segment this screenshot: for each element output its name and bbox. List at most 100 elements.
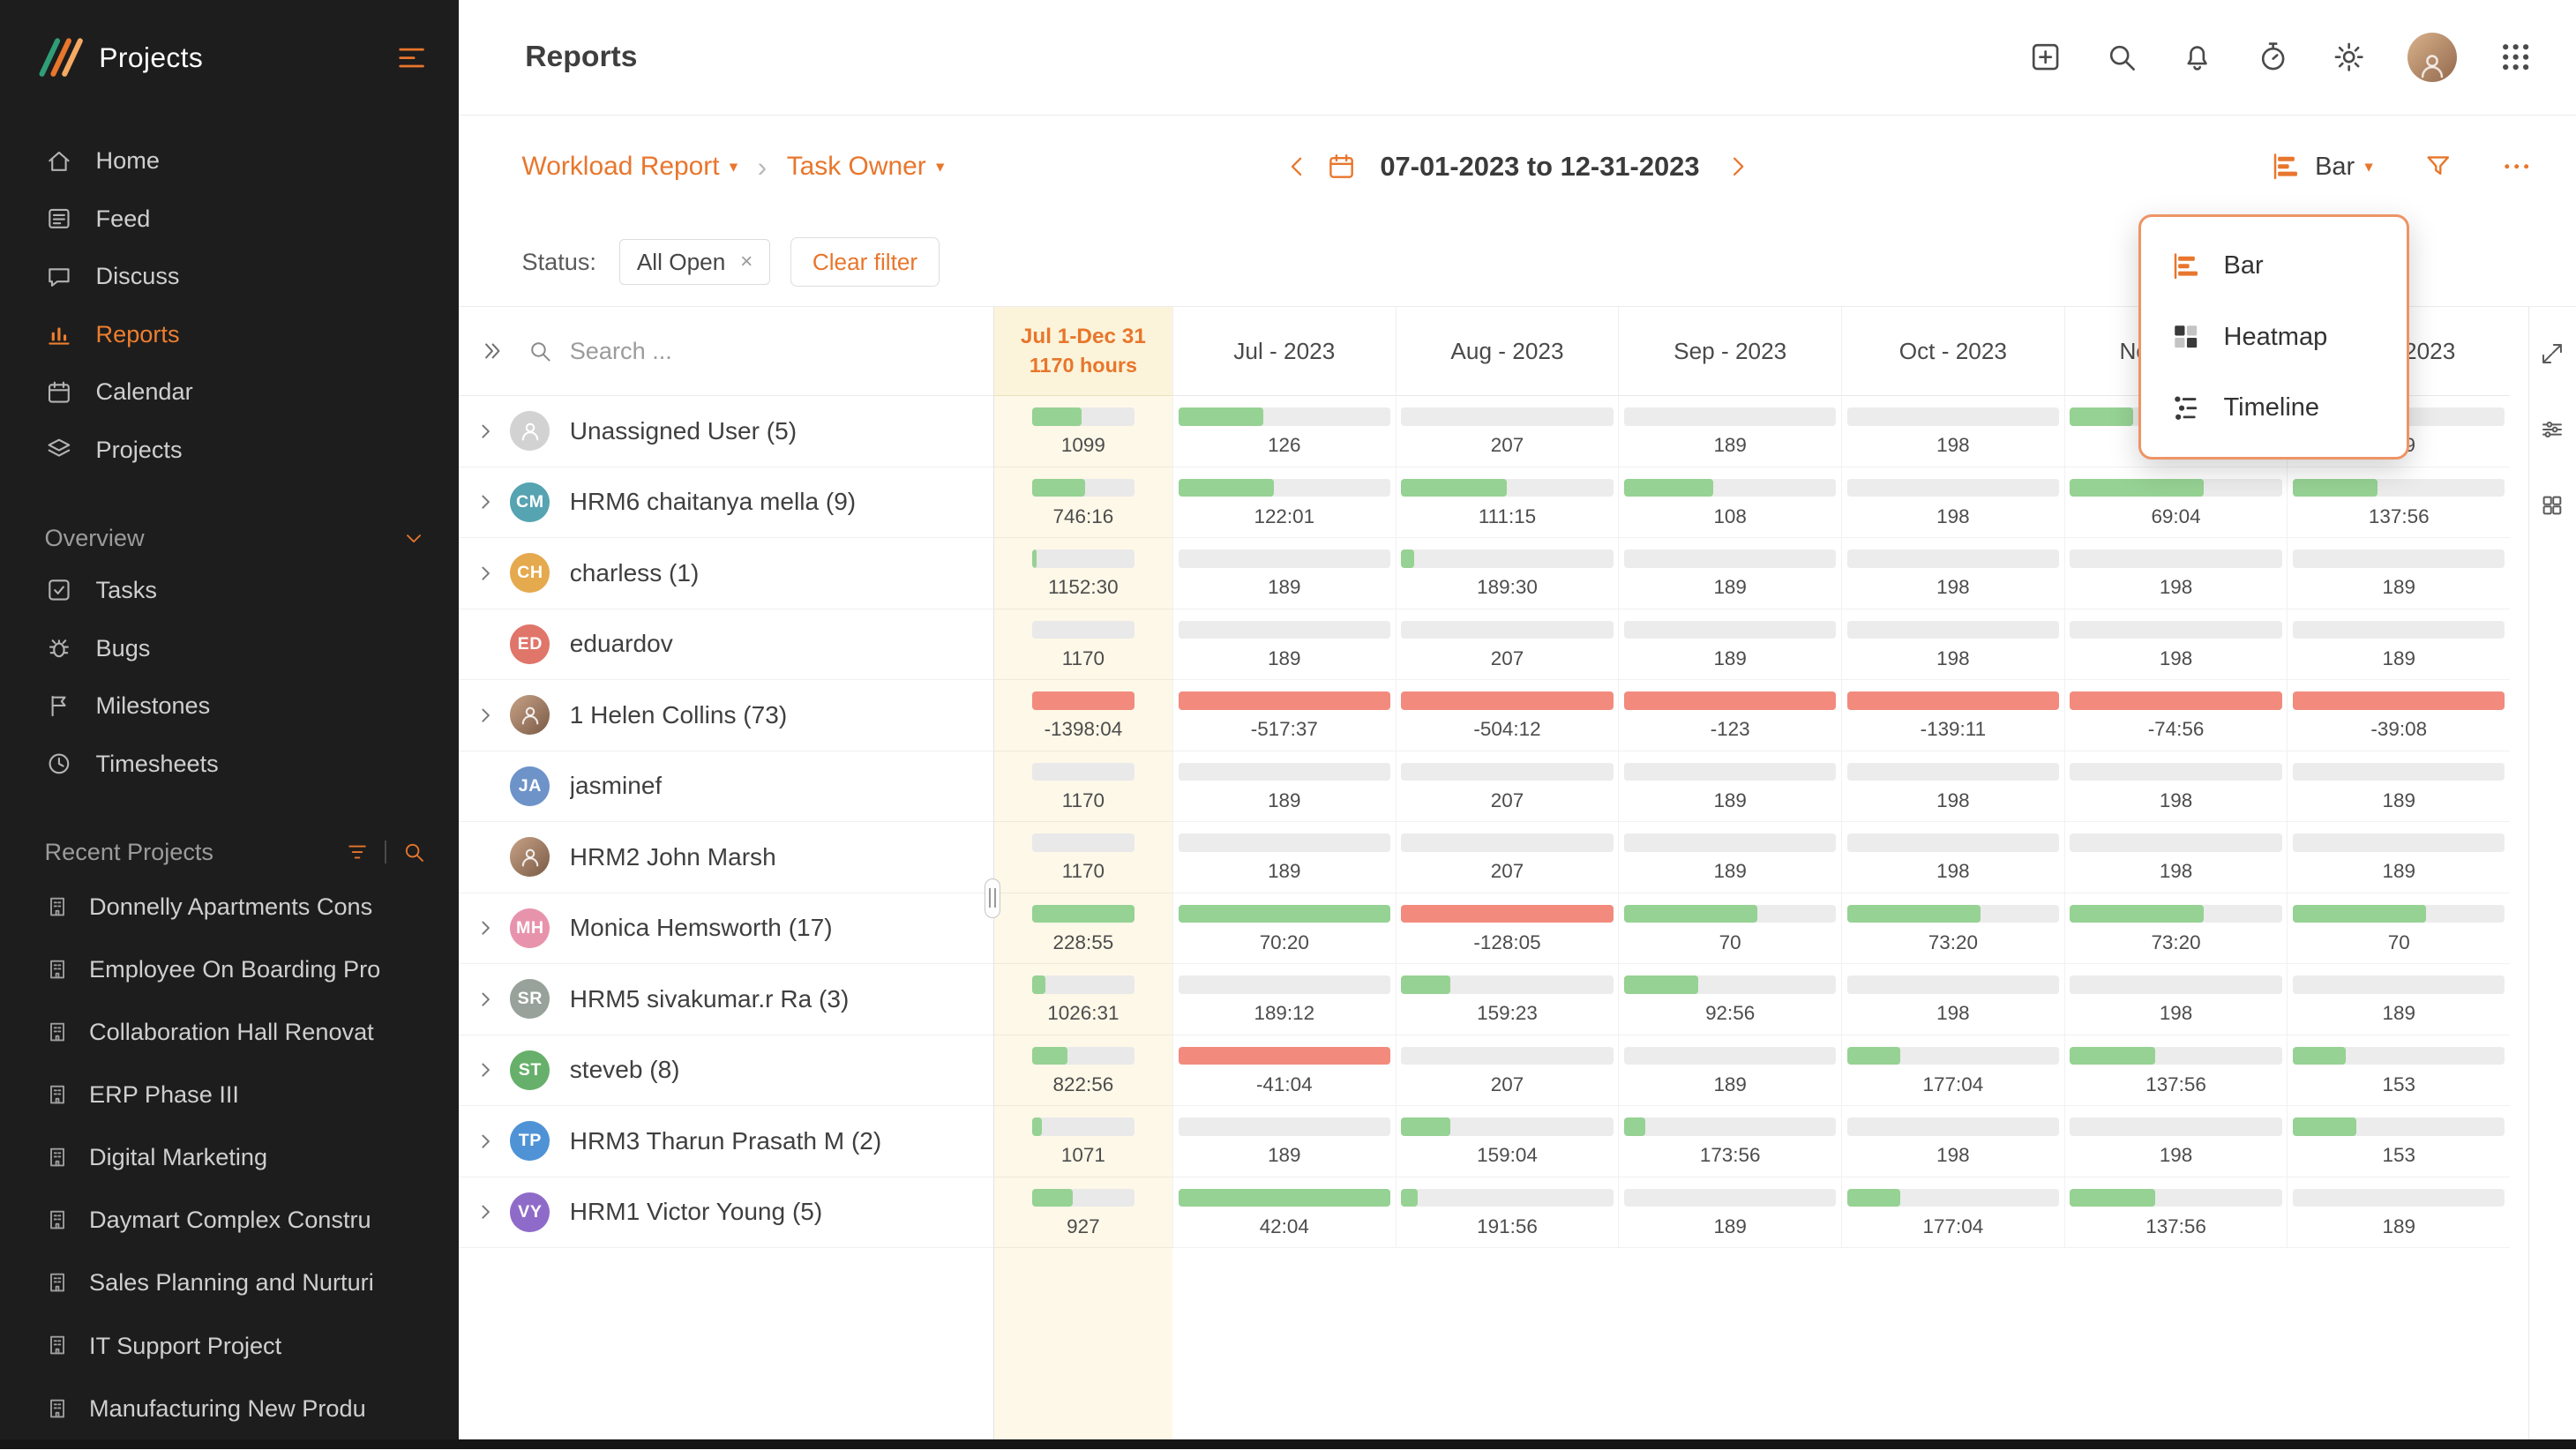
user-row-eduardov[interactable]: EDeduardov: [459, 609, 992, 680]
sidebar-item-reports[interactable]: Reports: [0, 305, 459, 363]
recent-project-daymart-complex-constru[interactable]: Daymart Complex Constru: [0, 1189, 459, 1252]
expand-chevron-icon[interactable]: [474, 1058, 497, 1081]
workload-cell[interactable]: 207: [1396, 396, 1619, 467]
workload-cell[interactable]: 189: [1618, 1177, 1841, 1248]
workload-cell[interactable]: 207: [1396, 1035, 1619, 1106]
next-period-icon[interactable]: [1723, 152, 1753, 182]
sidebar-collapse-icon[interactable]: [393, 40, 430, 76]
workload-cell[interactable]: 198: [2064, 964, 2288, 1035]
search-projects-icon[interactable]: [401, 840, 426, 864]
workload-cell[interactable]: 73:20: [2064, 893, 2288, 964]
chart-menu-item-bar[interactable]: Bar: [2141, 230, 2407, 301]
sidebar-item-home[interactable]: Home: [0, 132, 459, 191]
more-options-icon[interactable]: [2500, 150, 2533, 183]
recent-project-collaboration-hall-renovat[interactable]: Collaboration Hall Renovat: [0, 1000, 459, 1063]
apps-grid-icon[interactable]: [2498, 40, 2533, 74]
workload-cell[interactable]: 198: [1841, 538, 2064, 609]
workload-cell[interactable]: 198: [1841, 609, 2064, 680]
workload-cell[interactable]: 70:20: [1172, 893, 1396, 964]
user-row-hrm2-john-marsh[interactable]: HRM2 John Marsh: [459, 822, 992, 893]
workload-cell[interactable]: 173:56: [1618, 1106, 1841, 1177]
workload-cell[interactable]: 198: [2064, 538, 2288, 609]
sidebar-item-tasks[interactable]: Tasks: [0, 561, 459, 619]
user-row-unassigned-user[interactable]: Unassigned User (5): [459, 396, 992, 467]
user-row-charless[interactable]: CHcharless (1): [459, 538, 992, 609]
view-settings-icon[interactable]: [2539, 416, 2565, 443]
sidebar-item-calendar[interactable]: Calendar: [0, 363, 459, 422]
workload-cell[interactable]: 189: [2287, 822, 2510, 893]
clear-filter-button[interactable]: Clear filter: [790, 237, 940, 286]
expand-chevron-icon[interactable]: [474, 1200, 497, 1223]
panel-resize-handle[interactable]: [985, 878, 1001, 918]
workload-cell[interactable]: -41:04: [1172, 1035, 1396, 1106]
workload-cell[interactable]: 177:04: [1841, 1035, 2064, 1106]
report-type-dropdown[interactable]: Workload Report ▾: [521, 152, 738, 182]
overview-section-header[interactable]: Overview: [0, 515, 459, 562]
recent-project-digital-marketing[interactable]: Digital Marketing: [0, 1126, 459, 1189]
workload-cell[interactable]: 126: [1172, 396, 1396, 467]
workload-cell[interactable]: 198: [1841, 396, 2064, 467]
user-row-hrm3-tharun-prasath-m[interactable]: TPHRM3 Tharun Prasath M (2): [459, 1106, 992, 1177]
user-row-jasminef[interactable]: JAjasminef: [459, 751, 992, 822]
user-row-hrm5-sivakumar-r-ra[interactable]: SRHRM5 sivakumar.r Ra (3): [459, 964, 992, 1035]
user-search-input[interactable]: [570, 337, 867, 365]
workload-cell[interactable]: 189:12: [1172, 964, 1396, 1035]
workload-cell[interactable]: 189:30: [1396, 538, 1619, 609]
workload-cell[interactable]: 189: [1172, 609, 1396, 680]
user-row-hrm1-victor-young[interactable]: VYHRM1 Victor Young (5): [459, 1177, 992, 1248]
workload-cell[interactable]: 189: [2287, 751, 2510, 822]
workload-cell[interactable]: -74:56: [2064, 680, 2288, 751]
workload-cell[interactable]: 198: [1841, 964, 2064, 1035]
workload-cell[interactable]: 189: [1172, 538, 1396, 609]
workload-cell[interactable]: 198: [2064, 609, 2288, 680]
timer-icon[interactable]: [2256, 40, 2290, 74]
workload-cell[interactable]: 198: [1841, 1106, 2064, 1177]
workload-cell[interactable]: 198: [2064, 1106, 2288, 1177]
expand-chevron-icon[interactable]: [474, 916, 497, 939]
workload-cell[interactable]: 198: [1841, 751, 2064, 822]
recent-project-manufacturing-new-produ[interactable]: Manufacturing New Produ: [0, 1377, 459, 1439]
workload-cell[interactable]: 108: [1618, 467, 1841, 538]
workload-cell[interactable]: 111:15: [1396, 467, 1619, 538]
expand-chevron-icon[interactable]: [474, 562, 497, 585]
workload-cell[interactable]: 189: [1172, 751, 1396, 822]
recent-project-sales-planning-and-nurturi[interactable]: Sales Planning and Nurturi: [0, 1252, 459, 1314]
workload-cell[interactable]: 189: [1618, 1035, 1841, 1106]
expand-chevron-icon[interactable]: [474, 420, 497, 443]
user-row-monica-hemsworth[interactable]: MHMonica Hemsworth (17): [459, 893, 992, 964]
create-new-icon[interactable]: [2028, 40, 2063, 74]
workload-cell[interactable]: 153: [2287, 1106, 2510, 1177]
sidebar-item-timesheets[interactable]: Timesheets: [0, 735, 459, 793]
workload-cell[interactable]: 42:04: [1172, 1177, 1396, 1248]
user-avatar[interactable]: [2408, 33, 2457, 82]
workload-cell[interactable]: 137:56: [2064, 1177, 2288, 1248]
workload-cell[interactable]: -517:37: [1172, 680, 1396, 751]
layout-grid-icon[interactable]: [2539, 492, 2565, 519]
workload-cell[interactable]: 189: [2287, 1177, 2510, 1248]
sidebar-item-feed[interactable]: Feed: [0, 190, 459, 248]
notifications-icon[interactable]: [2180, 40, 2214, 74]
user-row-1-helen-collins[interactable]: 1 Helen Collins (73): [459, 680, 992, 751]
search-icon[interactable]: [2104, 40, 2138, 74]
workload-cell[interactable]: -504:12: [1396, 680, 1619, 751]
prev-period-icon[interactable]: [1283, 152, 1313, 182]
workload-cell[interactable]: 159:23: [1396, 964, 1619, 1035]
recent-project-erp-phase-iii[interactable]: ERP Phase III: [0, 1063, 459, 1125]
workload-cell[interactable]: 198: [1841, 467, 2064, 538]
sidebar-item-discuss[interactable]: Discuss: [0, 248, 459, 306]
status-filter-chip[interactable]: All Open ×: [619, 239, 770, 285]
fullscreen-icon[interactable]: [2539, 340, 2565, 367]
workload-cell[interactable]: 189: [1618, 396, 1841, 467]
recent-project-it-support-project[interactable]: IT Support Project: [0, 1314, 459, 1377]
chart-menu-item-heatmap[interactable]: Heatmap: [2141, 302, 2407, 372]
recent-project-donnelly-apartments-cons[interactable]: Donnelly Apartments Cons: [0, 875, 459, 938]
workload-cell[interactable]: 70: [2287, 893, 2510, 964]
group-by-dropdown[interactable]: Task Owner ▾: [787, 152, 945, 182]
workload-cell[interactable]: 198: [1841, 822, 2064, 893]
expand-chevron-icon[interactable]: [474, 704, 497, 727]
workload-cell[interactable]: 189: [1172, 822, 1396, 893]
workload-cell[interactable]: 69:04: [2064, 467, 2288, 538]
workload-cell[interactable]: 137:56: [2064, 1035, 2288, 1106]
remove-filter-icon[interactable]: ×: [740, 250, 753, 274]
workload-cell[interactable]: 198: [2064, 751, 2288, 822]
